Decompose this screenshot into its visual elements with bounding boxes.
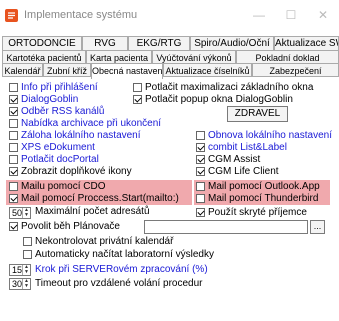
checkbox[interactable]: [9, 167, 18, 176]
checkbox[interactable]: [196, 194, 205, 203]
max-adresatu-label: Maximální počet adresátů: [35, 206, 150, 217]
checkbox[interactable]: [9, 182, 18, 191]
krok-label: Krok při SERVERovém zpracování (%): [35, 264, 208, 275]
timeout-label: Timeout pro vzdálené volání procedur: [35, 278, 203, 289]
tab-aktualizace-ciselniku[interactable]: Aktualizace číselníků: [163, 63, 252, 77]
checkbox[interactable]: [23, 237, 32, 246]
checkbox[interactable]: [196, 208, 205, 217]
checkbox[interactable]: [196, 155, 205, 164]
checkbox[interactable]: [9, 83, 18, 92]
tab-obecna-nastaveni[interactable]: Obecná nastavení: [91, 63, 163, 79]
krok-spinner[interactable]: 15 ▲ ▼: [9, 264, 31, 276]
tab-spiro-audio[interactable]: Spiro/Audio/Oční: [190, 36, 274, 50]
tab-zabezpeceni[interactable]: Zabezpečení: [252, 63, 339, 77]
window-title: Implementace systému: [24, 9, 138, 21]
minimize-button[interactable]: —: [250, 6, 268, 24]
checkbox[interactable]: [9, 131, 18, 140]
checkbox[interactable]: [196, 131, 205, 140]
max-adresatu-spinner[interactable]: 50 ▲ ▼: [9, 207, 31, 219]
checkbox[interactable]: [9, 155, 18, 164]
tab-zubni-kriz[interactable]: Zubní kříž: [43, 63, 91, 77]
checkbox[interactable]: [196, 143, 205, 152]
checkbox[interactable]: [196, 182, 205, 191]
planovac-path-input[interactable]: [144, 220, 308, 234]
tab-vyuctovani[interactable]: Vyúčtování výkonů: [152, 50, 236, 64]
checkbox[interactable]: [133, 83, 142, 92]
checkbox[interactable]: [9, 222, 18, 231]
checkbox[interactable]: [196, 167, 205, 176]
checkbox[interactable]: [23, 250, 32, 259]
close-button[interactable]: ✕: [314, 6, 332, 24]
checkbox[interactable]: [9, 143, 18, 152]
title-bar: Implementace systému — ☐ ✕: [0, 0, 339, 30]
tab-ekg-rtg[interactable]: EKG/RTG: [128, 36, 190, 50]
tab-rvg[interactable]: RVG: [82, 36, 128, 50]
tab-kartoteka[interactable]: Kartotéka pacientů: [2, 50, 86, 64]
tab-aktualizace-sw[interactable]: Aktualizace SW: [274, 36, 339, 50]
checkbox[interactable]: [9, 95, 18, 104]
timeout-spinner[interactable]: 30 ▲ ▼: [9, 278, 31, 290]
checkbox[interactable]: [133, 95, 142, 104]
checkbox[interactable]: [9, 107, 18, 116]
zdravel-button[interactable]: ZDRAVEL: [227, 106, 288, 122]
checkbox[interactable]: [9, 194, 18, 203]
spin-arrows-icon[interactable]: ▲ ▼: [22, 265, 30, 275]
spin-arrows-icon[interactable]: ▲ ▼: [22, 208, 30, 218]
app-icon: [5, 9, 18, 22]
spin-arrows-icon[interactable]: ▲ ▼: [22, 279, 30, 289]
tab-kalendar[interactable]: Kalendář: [2, 63, 43, 77]
checkbox[interactable]: [9, 119, 18, 128]
tab-ortodoncie[interactable]: ORTODONCIE: [2, 36, 82, 50]
browse-button[interactable]: ...: [310, 220, 325, 234]
tab-pokladni-doklad[interactable]: Pokladní doklad: [236, 50, 339, 64]
maximize-button[interactable]: ☐: [282, 6, 300, 24]
tab-karta-pacienta[interactable]: Karta pacienta: [86, 50, 152, 64]
